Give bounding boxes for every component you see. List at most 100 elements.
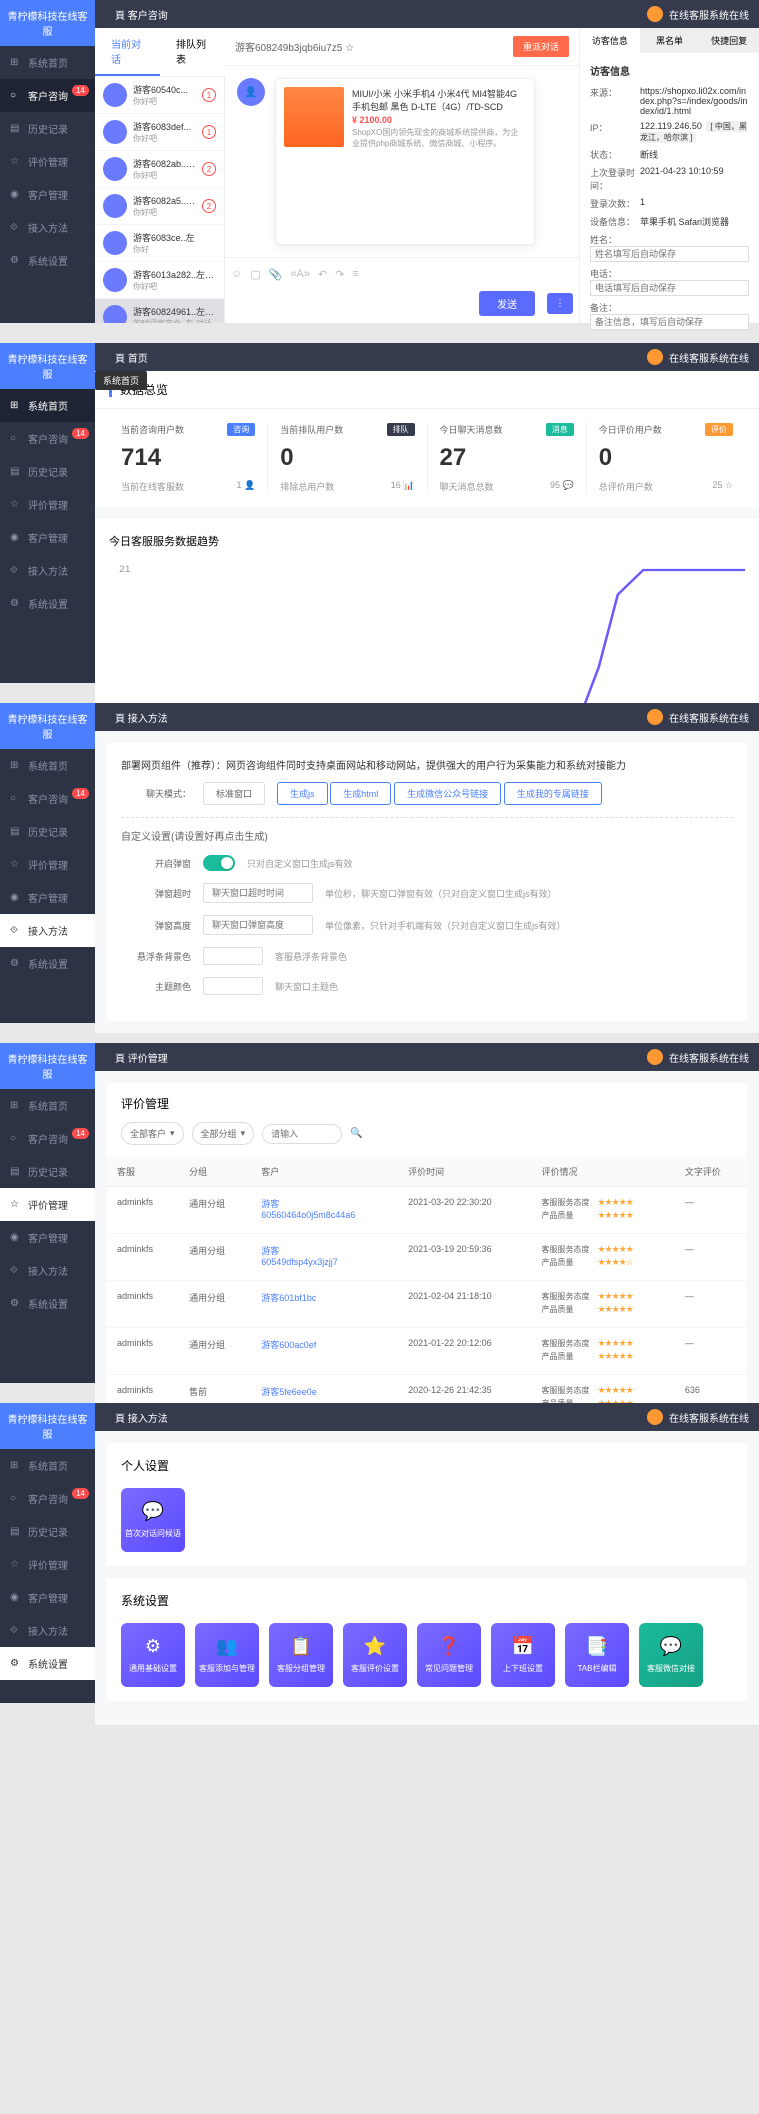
tag-icon[interactable]: «A» [290, 268, 310, 281]
setting-card[interactable]: ❓常见问题管理 [417, 1623, 481, 1687]
customer-link[interactable]: 游客600ac0ef [261, 1340, 316, 1350]
config-input[interactable] [203, 915, 313, 935]
generate-button[interactable]: 生成js [277, 782, 328, 805]
avatar[interactable] [647, 349, 663, 365]
sidebar-item-6[interactable]: ⚙系统设置 [0, 947, 95, 980]
customer-link[interactable]: 游客601bf1bc [261, 1293, 316, 1303]
sidebar-icon: ⊞ [10, 1100, 22, 1112]
visitor-item[interactable]: 游客60540c...你好吧1 [95, 77, 224, 114]
mode-standard[interactable]: 标准窗口 [203, 782, 265, 805]
visitor-item[interactable]: 游客6082ab..左 18:13你好吧2 [95, 151, 224, 188]
setting-card[interactable]: 💬首次对话问候语 [121, 1488, 185, 1552]
send-more-button[interactable]: ⋮ [547, 293, 573, 314]
generate-button[interactable]: 生成我的专属链接 [504, 782, 602, 805]
detail-phone-input[interactable] [590, 280, 749, 296]
sidebar-item-2[interactable]: ▤历史记录 [0, 1155, 95, 1188]
sidebar-item-5[interactable]: ⟐接入方法 [0, 1614, 95, 1647]
sidebar-item-5[interactable]: ⟐接入方法 [0, 554, 95, 587]
sidebar-item-5[interactable]: ⟐接入方法 [0, 914, 95, 947]
sidebar-item-1[interactable]: ○客户咨询14 [0, 782, 95, 815]
generate-button[interactable]: 生成html [330, 782, 391, 805]
reassign-button[interactable]: 重派对话 [513, 36, 569, 57]
color-picker[interactable] [203, 947, 263, 965]
sidebar-item-3[interactable]: ☆评价管理 [0, 145, 95, 178]
avatar[interactable] [647, 1409, 663, 1425]
send-button[interactable]: 发送 [479, 291, 535, 316]
search-icon[interactable]: 🔍 [350, 1128, 362, 1139]
history-icon[interactable]: ≡ [352, 268, 358, 281]
sidebar-item-2[interactable]: ▤历史记录 [0, 815, 95, 848]
visitor-item[interactable]: 游客6013a282..左 14:26你好吧 [95, 262, 224, 299]
sidebar-item-5[interactable]: ⟐接入方法 [0, 1254, 95, 1287]
sidebar-item-2[interactable]: ▤历史记录 [0, 1515, 95, 1548]
sidebar-item-1[interactable]: ○客户咨询14 [0, 422, 95, 455]
customer-link[interactable]: 游客60560464o0j5m8c44a6 [261, 1199, 355, 1220]
setting-card[interactable]: 📅上下班设置 [491, 1623, 555, 1687]
sidebar-item-1[interactable]: ○客户咨询14 [0, 1122, 95, 1155]
sidebar-item-3[interactable]: ☆评价管理 [0, 1548, 95, 1581]
sidebar-item-5[interactable]: ⟐接入方法 [0, 211, 95, 244]
avatar[interactable] [647, 709, 663, 725]
tab-current-chat[interactable]: 当前对话 [95, 28, 160, 76]
filter-search[interactable] [262, 1124, 342, 1144]
popup-toggle[interactable] [203, 855, 235, 871]
sidebar-item-0[interactable]: ⊞系统首页 [0, 1089, 95, 1122]
sidebar-item-0[interactable]: ⊞系统首页 [0, 46, 95, 79]
sidebar-item-2[interactable]: ▤历史记录 [0, 455, 95, 488]
avatar[interactable] [647, 1049, 663, 1065]
avatar[interactable] [647, 6, 663, 22]
sidebar-item-3[interactable]: ☆评价管理 [0, 848, 95, 881]
setting-card[interactable]: 💬客服微信对接 [639, 1623, 703, 1687]
visitor-item[interactable]: 游客6083ce..左你好 [95, 225, 224, 262]
detail-note-input[interactable] [590, 314, 749, 330]
setting-icon: 📅 [512, 1636, 534, 1657]
config-input[interactable] [203, 883, 313, 903]
sidebar-item-6[interactable]: ⚙系统设置 [0, 1287, 95, 1320]
right-tab-quickreply[interactable]: 快捷回复 [699, 28, 759, 53]
sidebar-item-6[interactable]: ⚙系统设置 [0, 587, 95, 620]
sidebar-item-4[interactable]: ◉客户管理 [0, 178, 95, 211]
detail-name-input[interactable] [590, 246, 749, 262]
customer-link[interactable]: 游客5fe6ee0e [261, 1387, 317, 1397]
setting-card[interactable]: 👥客服添加与管理 [195, 1623, 259, 1687]
generate-button[interactable]: 生成微信公众号链接 [394, 782, 501, 805]
sidebar-item-3[interactable]: ☆评价管理 [0, 1188, 95, 1221]
sidebar-item-4[interactable]: ◉客户管理 [0, 521, 95, 554]
sidebar-item-3[interactable]: ☆评价管理 [0, 488, 95, 521]
emoji-icon[interactable]: ☺ [231, 268, 242, 281]
visitor-item[interactable]: 游客6082a5..左 18:48...你好吧2 [95, 188, 224, 225]
file-icon[interactable]: 📎 [269, 268, 283, 281]
color-picker[interactable] [203, 977, 263, 995]
sidebar-item-4[interactable]: ◉客户管理 [0, 1221, 95, 1254]
integration-notice: 部署网页组件（推荐）：网页咨询组件同时支持桌面网站和移动网站，提供强大的用户行为… [121, 757, 733, 772]
product-card[interactable]: MIUI/小米 小米手机4 小米4代 MI4智能4G手机包邮 黑色 D-LTE（… [275, 78, 535, 245]
sidebar-item-2[interactable]: ▤历史记录 [0, 112, 95, 145]
right-tab-info[interactable]: 访客信息 [580, 28, 640, 53]
setting-card[interactable]: 📑TAB栏编辑 [565, 1623, 629, 1687]
sidebar-item-1[interactable]: ○客户咨询14 [0, 1482, 95, 1515]
filter-groups[interactable]: 全部分组 ▾ [192, 1122, 255, 1145]
sidebar-item-1[interactable]: ○客户咨询14 [0, 79, 95, 112]
sidebar-item-0[interactable]: ⊞系统首页 [0, 1449, 95, 1482]
visitor-item[interactable]: 游客60824961..左 12:10的时间肯定会..左 对话 [95, 299, 224, 323]
sidebar-item-0[interactable]: ⊞系统首页 [0, 389, 95, 422]
setting-card[interactable]: ⚙通用基础设置 [121, 1623, 185, 1687]
redo-icon[interactable]: ↷ [335, 268, 344, 281]
customer-link[interactable]: 游客60549dfsp4yx3jzjj7 [261, 1246, 338, 1267]
sidebar-item-0[interactable]: ⊞系统首页 [0, 749, 95, 782]
brand-header: 青柠檬科技在线客服 [0, 343, 95, 389]
right-tab-blacklist[interactable]: 黑名单 [640, 28, 700, 53]
sidebar-item-4[interactable]: ◉客户管理 [0, 881, 95, 914]
product-title: MIUI/小米 小米手机4 小米4代 MI4智能4G手机包邮 黑色 D-LTE（… [352, 87, 526, 113]
visitor-item[interactable]: 游客6083def...你好吧1 [95, 114, 224, 151]
setting-card[interactable]: 📋客服分组管理 [269, 1623, 333, 1687]
filter-customers[interactable]: 全部客户 ▾ [121, 1122, 184, 1145]
sidebar-item-4[interactable]: ◉客户管理 [0, 1581, 95, 1614]
chat-input[interactable] [231, 289, 471, 317]
sidebar-item-6[interactable]: ⚙系统设置 [0, 1647, 95, 1680]
sidebar-item-6[interactable]: ⚙系统设置 [0, 244, 95, 277]
tab-queue[interactable]: 排队列表 [160, 28, 225, 76]
undo-icon[interactable]: ↶ [318, 268, 327, 281]
image-icon[interactable]: ▢ [250, 268, 260, 281]
setting-card[interactable]: ⭐客服评价设置 [343, 1623, 407, 1687]
